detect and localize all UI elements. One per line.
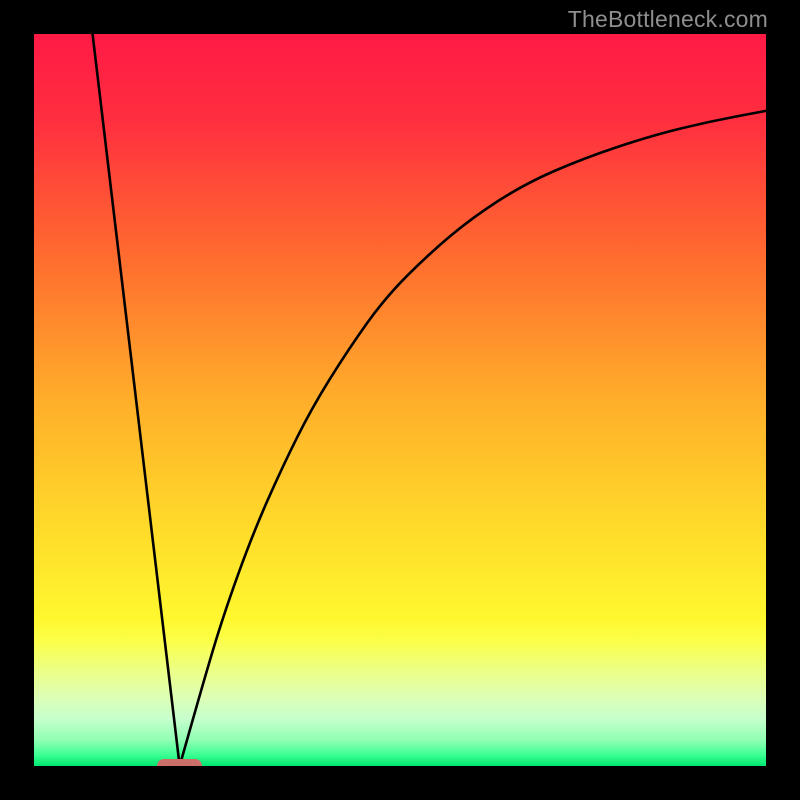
plot-area [34,34,766,766]
chart-curve [34,34,766,766]
chart-frame: TheBottleneck.com [0,0,800,800]
watermark-text: TheBottleneck.com [568,6,768,33]
minimum-marker [157,759,202,766]
